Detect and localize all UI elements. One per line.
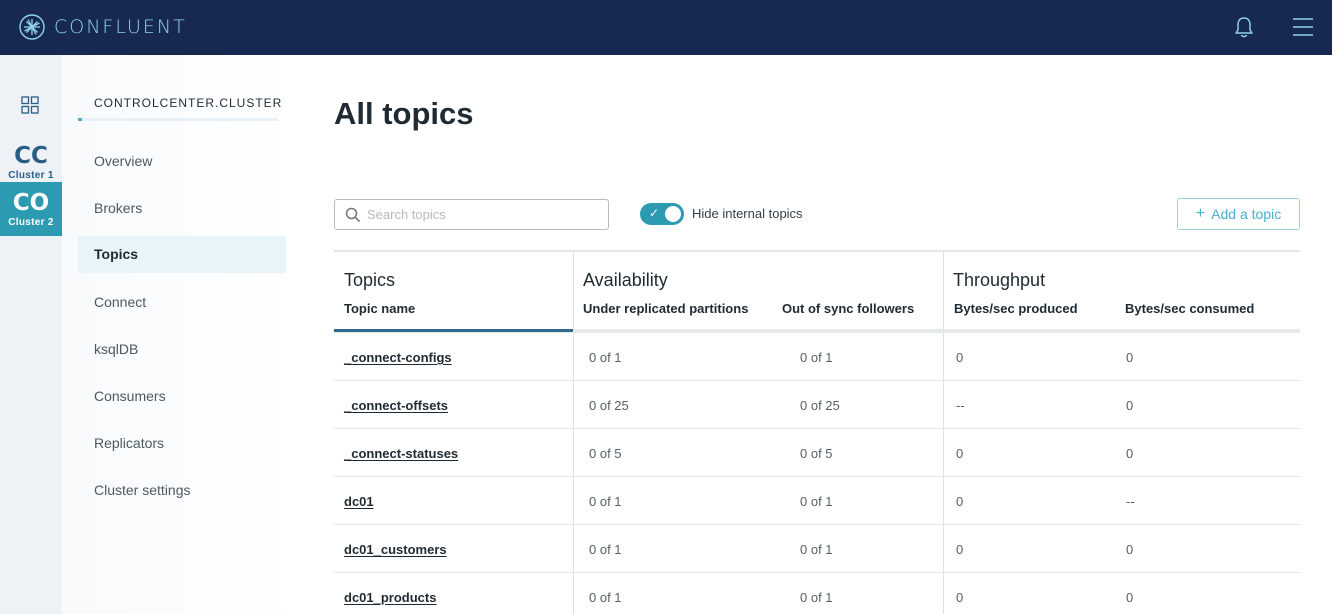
search-icon [345,207,361,222]
table-row: _connect-offsets 0 of 25 0 of 25 -- 0 [334,381,1300,429]
topic-link[interactable]: _connect-offsets [344,398,448,413]
table-row: dc01_products 0 of 1 0 of 1 0 0 [334,573,1300,614]
sidebar-item-replicators[interactable]: Replicators [78,425,286,462]
sort-indicator [334,329,573,332]
plus-icon: + [1195,205,1206,222]
toggle-knob [665,206,681,222]
topic-link[interactable]: _connect-statuses [344,446,458,461]
group-header-throughput: Throughput [953,270,1046,290]
column-header-bytes-consumed[interactable]: Bytes/sec consumed [1125,301,1254,316]
bytes-produced-value: 0 [956,590,964,605]
page-title: All topics [334,96,474,131]
table-row: dc01_customers 0 of 1 0 of 1 0 0 [334,525,1300,573]
topic-link[interactable]: _connect-configs [344,350,452,365]
bytes-consumed-value: 0 [1126,350,1134,365]
search-input[interactable] [367,207,587,222]
hamburger-menu-icon[interactable] [1292,15,1314,39]
cluster-rail: CC Cluster 1 CO Cluster 2 [0,55,62,614]
table-row: dc01 0 of 1 0 of 1 0 -- [334,477,1300,525]
table-row: _connect-configs 0 of 1 0 of 1 0 0 [334,333,1300,381]
toggle-label: Hide internal topics [692,206,803,221]
under-replicated-value: 0 of 1 [589,494,622,509]
column-header-bytes-produced[interactable]: Bytes/sec produced [954,301,1078,316]
brand-name: CONFLUENT [54,16,187,38]
out-of-sync-value: 0 of 1 [800,350,833,365]
bytes-consumed-value: 0 [1126,446,1134,461]
cluster-label: Cluster 1 [8,170,54,181]
topic-link[interactable]: dc01_products [344,590,436,605]
topics-table: Topics Availability Throughput Topic nam… [334,250,1300,614]
add-topic-button[interactable]: + Add a topic [1177,198,1300,230]
bytes-produced-value: 0 [956,350,964,365]
sidebar-item-connect[interactable]: Connect [78,284,286,321]
out-of-sync-value: 0 of 1 [800,542,833,557]
sidebar-item-ksqldb[interactable]: ksqlDB [78,331,286,368]
hide-internal-topics-toggle[interactable]: ✓ [640,203,684,225]
under-replicated-value: 0 of 1 [589,542,622,557]
out-of-sync-value: 0 of 1 [800,590,833,605]
bytes-produced-value: -- [956,398,965,413]
table-row: _connect-statuses 0 of 5 0 of 5 0 0 [334,429,1300,477]
sidebar-item-topics[interactable]: Topics [78,236,286,273]
cluster-2-switcher[interactable]: CO Cluster 2 [0,182,62,236]
column-header-topic-name[interactable]: Topic name [344,301,415,316]
bell-icon[interactable] [1233,15,1255,39]
sidebar-item-cluster-settings[interactable]: Cluster settings [78,472,286,509]
under-replicated-value: 0 of 25 [589,398,629,413]
cluster-abbr: CC [14,143,48,169]
cluster-1-switcher[interactable]: CC Cluster 1 [0,135,62,189]
bytes-consumed-value: -- [1126,494,1135,509]
check-icon: ✓ [649,206,660,220]
topic-link[interactable]: dc01_customers [344,542,447,557]
bytes-consumed-value: 0 [1126,398,1134,413]
add-topic-label: Add a topic [1211,206,1282,222]
column-header-under-replicated[interactable]: Under replicated partitions [583,301,748,316]
out-of-sync-value: 0 of 5 [800,446,833,461]
out-of-sync-value: 0 of 1 [800,494,833,509]
sidebar-item-consumers[interactable]: Consumers [78,378,286,415]
out-of-sync-value: 0 of 25 [800,398,840,413]
sidebar-item-overview[interactable]: Overview [78,143,286,180]
column-header-out-of-sync[interactable]: Out of sync followers [782,301,914,316]
sidebar: CONTROLCENTER.CLUSTER Overview Brokers T… [62,55,302,614]
bytes-consumed-value: 0 [1126,590,1134,605]
bytes-consumed-value: 0 [1126,542,1134,557]
brand-logo[interactable]: CONFLUENT [19,14,187,40]
cluster-abbr: CO [12,190,50,216]
grid-icon[interactable] [20,95,40,115]
search-box[interactable] [334,199,609,230]
topic-link[interactable]: dc01 [344,494,374,509]
group-header-availability: Availability [583,270,668,290]
group-header-topics: Topics [344,270,396,290]
bytes-produced-value: 0 [956,542,964,557]
bytes-produced-value: 0 [956,494,964,509]
under-replicated-value: 0 of 1 [589,350,622,365]
under-replicated-value: 0 of 1 [589,590,622,605]
under-replicated-value: 0 of 5 [589,446,622,461]
cluster-name-underline [78,118,278,121]
confluent-logo-icon [19,14,45,40]
cluster-name: CONTROLCENTER.CLUSTER [94,96,283,110]
sidebar-item-brokers[interactable]: Brokers [78,190,286,227]
bytes-produced-value: 0 [956,446,964,461]
cluster-label: Cluster 2 [8,217,54,228]
top-bar: CONFLUENT [0,0,1332,55]
